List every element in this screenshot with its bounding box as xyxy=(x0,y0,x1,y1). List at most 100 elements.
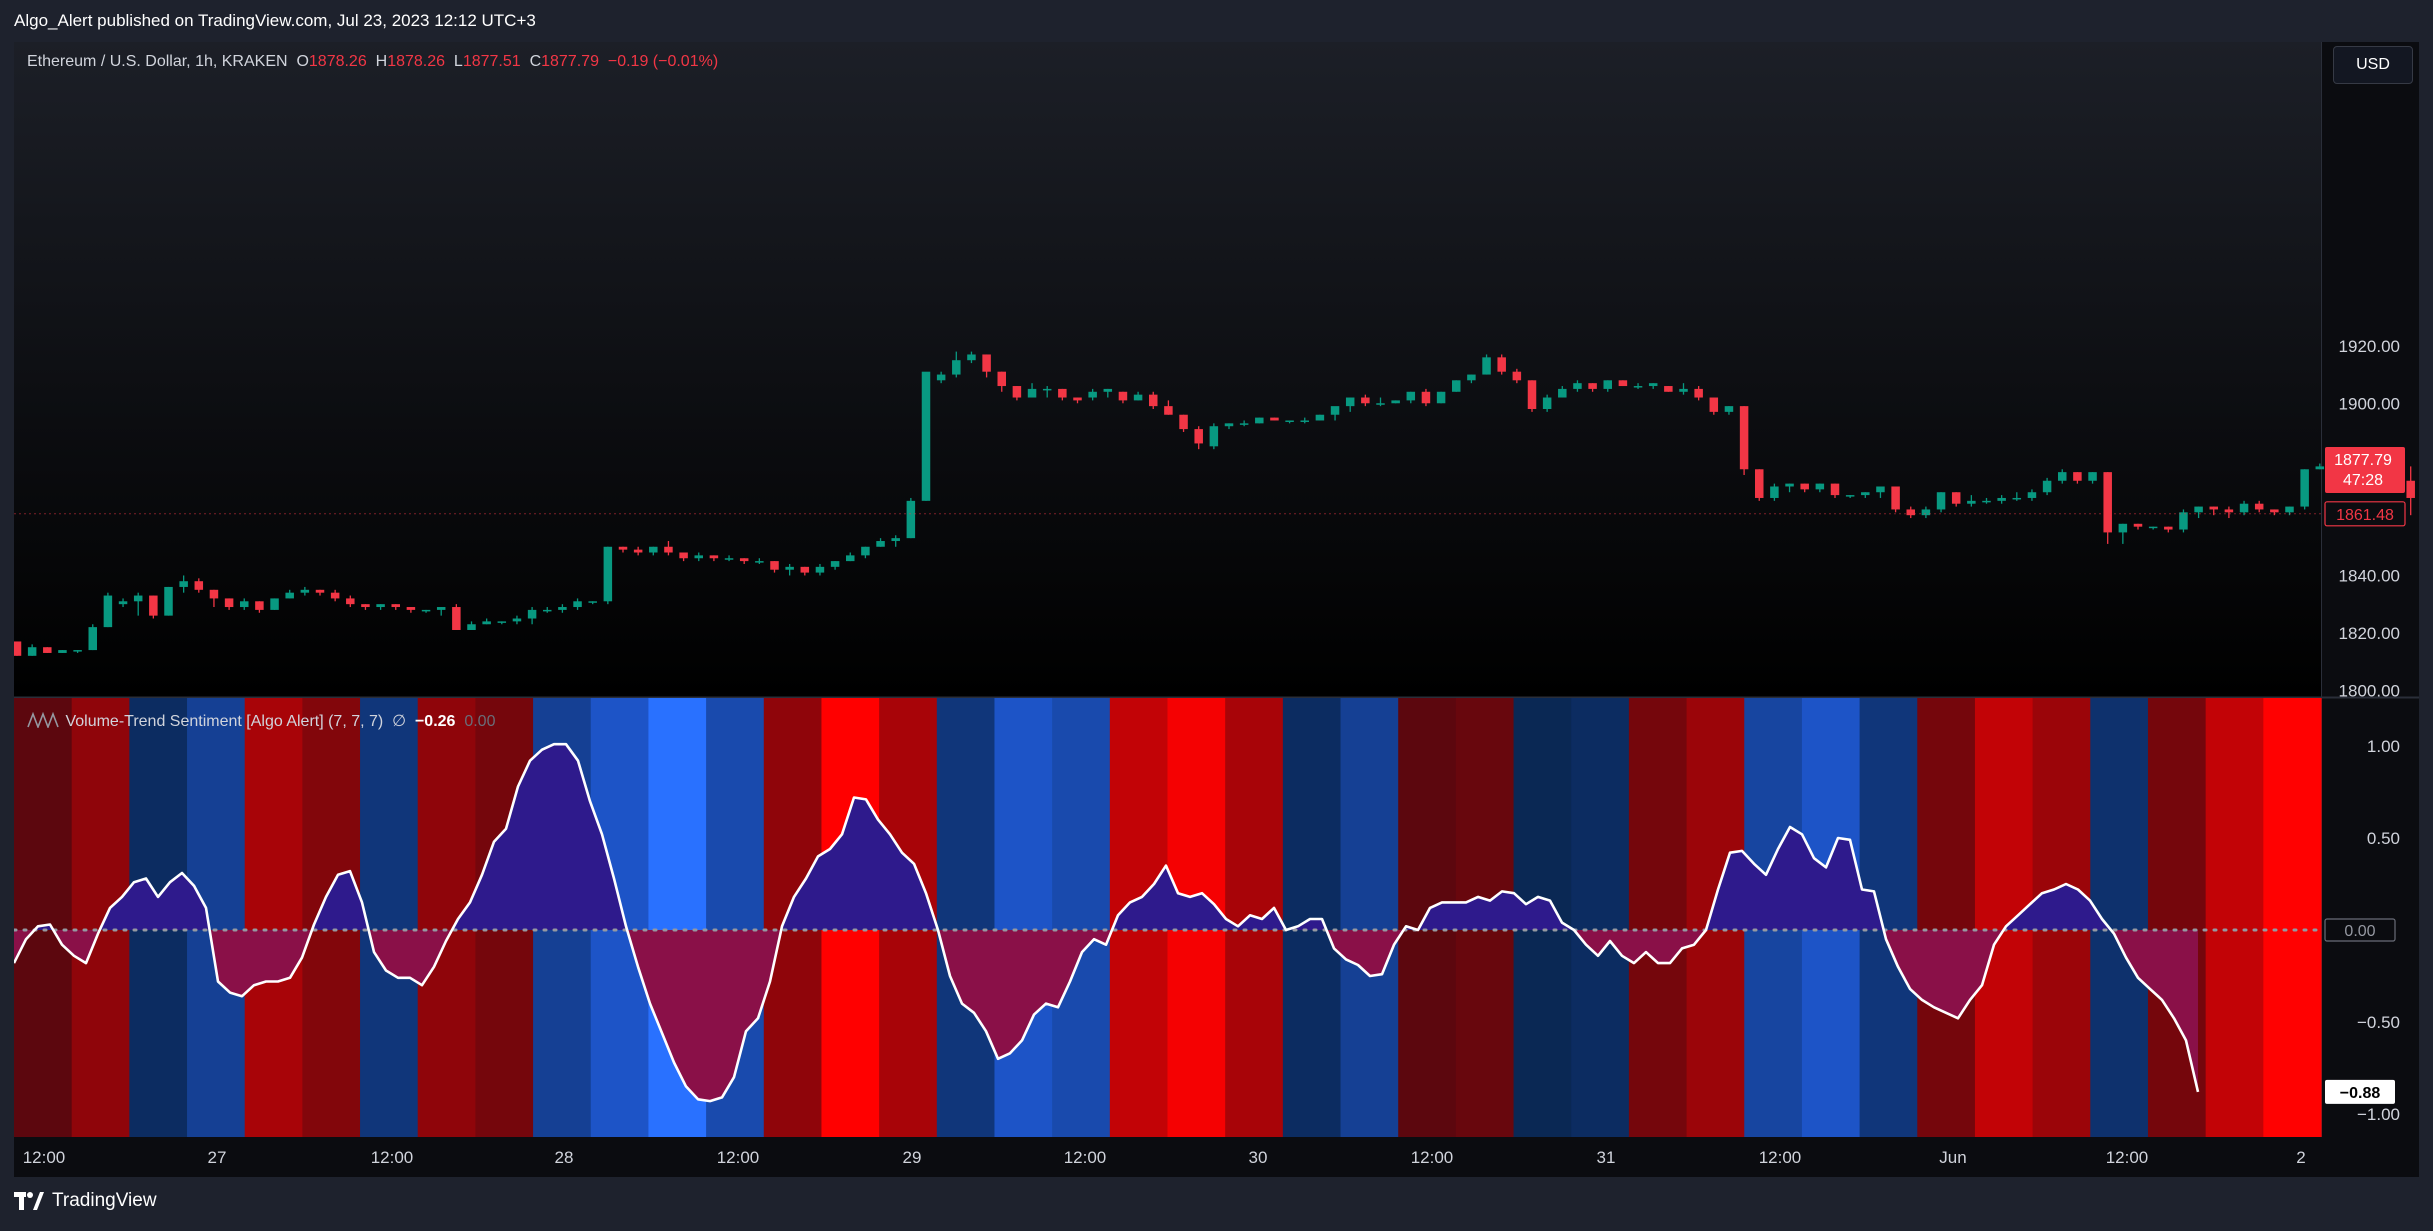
candle-body xyxy=(1739,406,1749,470)
candle-body xyxy=(1482,357,1491,375)
candle-body xyxy=(770,561,779,570)
candle-body xyxy=(906,500,916,539)
candle-body xyxy=(1118,391,1128,401)
background-band xyxy=(1282,698,1342,1137)
background-band xyxy=(360,698,419,1137)
candle-body xyxy=(952,360,961,375)
candle-body xyxy=(1648,383,1658,387)
candle-body xyxy=(1755,469,1764,498)
currency-button[interactable]: USD xyxy=(2333,46,2413,84)
candle-body xyxy=(573,601,582,608)
indicator-icon xyxy=(27,712,59,728)
candle-body xyxy=(2179,512,2188,530)
time-tick-label: 12:00 xyxy=(1064,1148,1107,1167)
candle-body xyxy=(285,592,294,599)
time-tick-label: 2 xyxy=(2296,1148,2305,1167)
candle-body xyxy=(2315,466,2325,470)
candle-body xyxy=(2224,509,2234,513)
candle-body xyxy=(1724,406,1734,412)
candle-body xyxy=(1179,414,1188,430)
candle-body xyxy=(2406,480,2415,498)
candle-body xyxy=(982,354,991,372)
candle-body xyxy=(1391,400,1400,404)
candle-body xyxy=(179,581,188,587)
candle-body xyxy=(1830,483,1840,496)
close-value: 1877.79 xyxy=(541,53,599,70)
chart-area[interactable]: 1920.00 1900.00 1840.00 1820.00 1800.00 1.00… xyxy=(14,42,2419,1177)
candle-body xyxy=(224,598,234,608)
close-label: C xyxy=(529,53,542,70)
candle-body xyxy=(709,555,719,559)
candle-body xyxy=(1982,500,1991,503)
candle-body xyxy=(1906,509,1915,516)
candle-body xyxy=(1679,388,1688,392)
candle-body xyxy=(2088,472,2097,481)
candle-body xyxy=(1876,486,1885,493)
candle-body xyxy=(346,598,355,605)
candle-body xyxy=(1997,497,2006,501)
chart-svg[interactable]: 1920.00 1900.00 1840.00 1820.00 1800.00 1.00… xyxy=(14,42,2419,1177)
candle-body xyxy=(861,546,870,556)
brand[interactable]: TradingView xyxy=(14,1190,157,1212)
candle-body xyxy=(1770,486,1779,498)
price-tick-label: 1840.00 xyxy=(2339,566,2400,585)
price-tick-label: 1920.00 xyxy=(2339,337,2400,356)
candle-body xyxy=(2103,472,2112,533)
candle-body xyxy=(649,546,658,553)
candle-body xyxy=(1073,397,1082,401)
candle-body xyxy=(603,546,613,602)
candle-body xyxy=(421,609,431,612)
candle-body xyxy=(164,586,173,616)
symbol-label[interactable]: Ethereum / U.S. Dollar, 1h, KRAKEN xyxy=(27,53,288,70)
candle-body xyxy=(2194,506,2203,513)
candle-body xyxy=(1512,371,1522,381)
candle-body xyxy=(1239,423,1249,425)
oscillator-tick-label: −0.50 xyxy=(2357,1013,2400,1032)
candle-body xyxy=(1785,483,1794,487)
time-tick-label: 31 xyxy=(1597,1148,1616,1167)
candle-body xyxy=(1452,380,1461,392)
candle-body xyxy=(664,546,673,553)
countdown-label: 47:28 xyxy=(2343,472,2383,489)
candle-body xyxy=(361,604,370,608)
candle-body xyxy=(1967,500,1976,504)
candle-body xyxy=(1527,380,1537,409)
oscillator-tick-label: 0.50 xyxy=(2367,829,2400,848)
candle-body xyxy=(1058,388,1067,398)
time-tick-label: 12:00 xyxy=(717,1148,760,1167)
candle-body xyxy=(1921,509,1931,516)
candle-body xyxy=(1709,397,1719,412)
candle-body xyxy=(2209,506,2218,510)
candle-body xyxy=(1542,397,1552,409)
candle-body xyxy=(88,627,97,651)
candle-body xyxy=(194,581,204,590)
time-tick-label: 12:00 xyxy=(1759,1148,1802,1167)
candle-body xyxy=(315,589,325,593)
candle-body xyxy=(558,607,567,610)
candle-body xyxy=(209,589,219,599)
oscillator-last-label: −0.88 xyxy=(2340,1085,2381,1102)
candle-body xyxy=(876,541,885,547)
candle-body xyxy=(997,371,1006,387)
price-tick-label: 1900.00 xyxy=(2339,394,2400,413)
candle-body xyxy=(1194,429,1203,444)
top-bar: Algo_Alert published on TradingView.com,… xyxy=(0,0,2433,42)
candle-body xyxy=(2058,472,2067,481)
candle-body xyxy=(679,552,688,559)
candle-body xyxy=(1270,417,1279,421)
candle-body xyxy=(2148,526,2158,529)
candle-body xyxy=(527,609,537,619)
candle-body xyxy=(1436,391,1446,404)
candle-body xyxy=(14,641,22,656)
indicator-name[interactable]: Volume-Trend Sentiment [Algo Alert] (7, … xyxy=(65,713,383,730)
candle-body xyxy=(800,566,810,573)
candle-body xyxy=(391,604,400,608)
candle-body xyxy=(1345,397,1355,407)
candle-body xyxy=(1376,403,1385,405)
candle-body xyxy=(255,601,264,610)
time-tick-label: 28 xyxy=(555,1148,574,1167)
candle-body xyxy=(618,546,628,550)
candle-body xyxy=(694,555,703,559)
candle-body xyxy=(2073,472,2082,481)
candle-body xyxy=(1633,386,1643,388)
